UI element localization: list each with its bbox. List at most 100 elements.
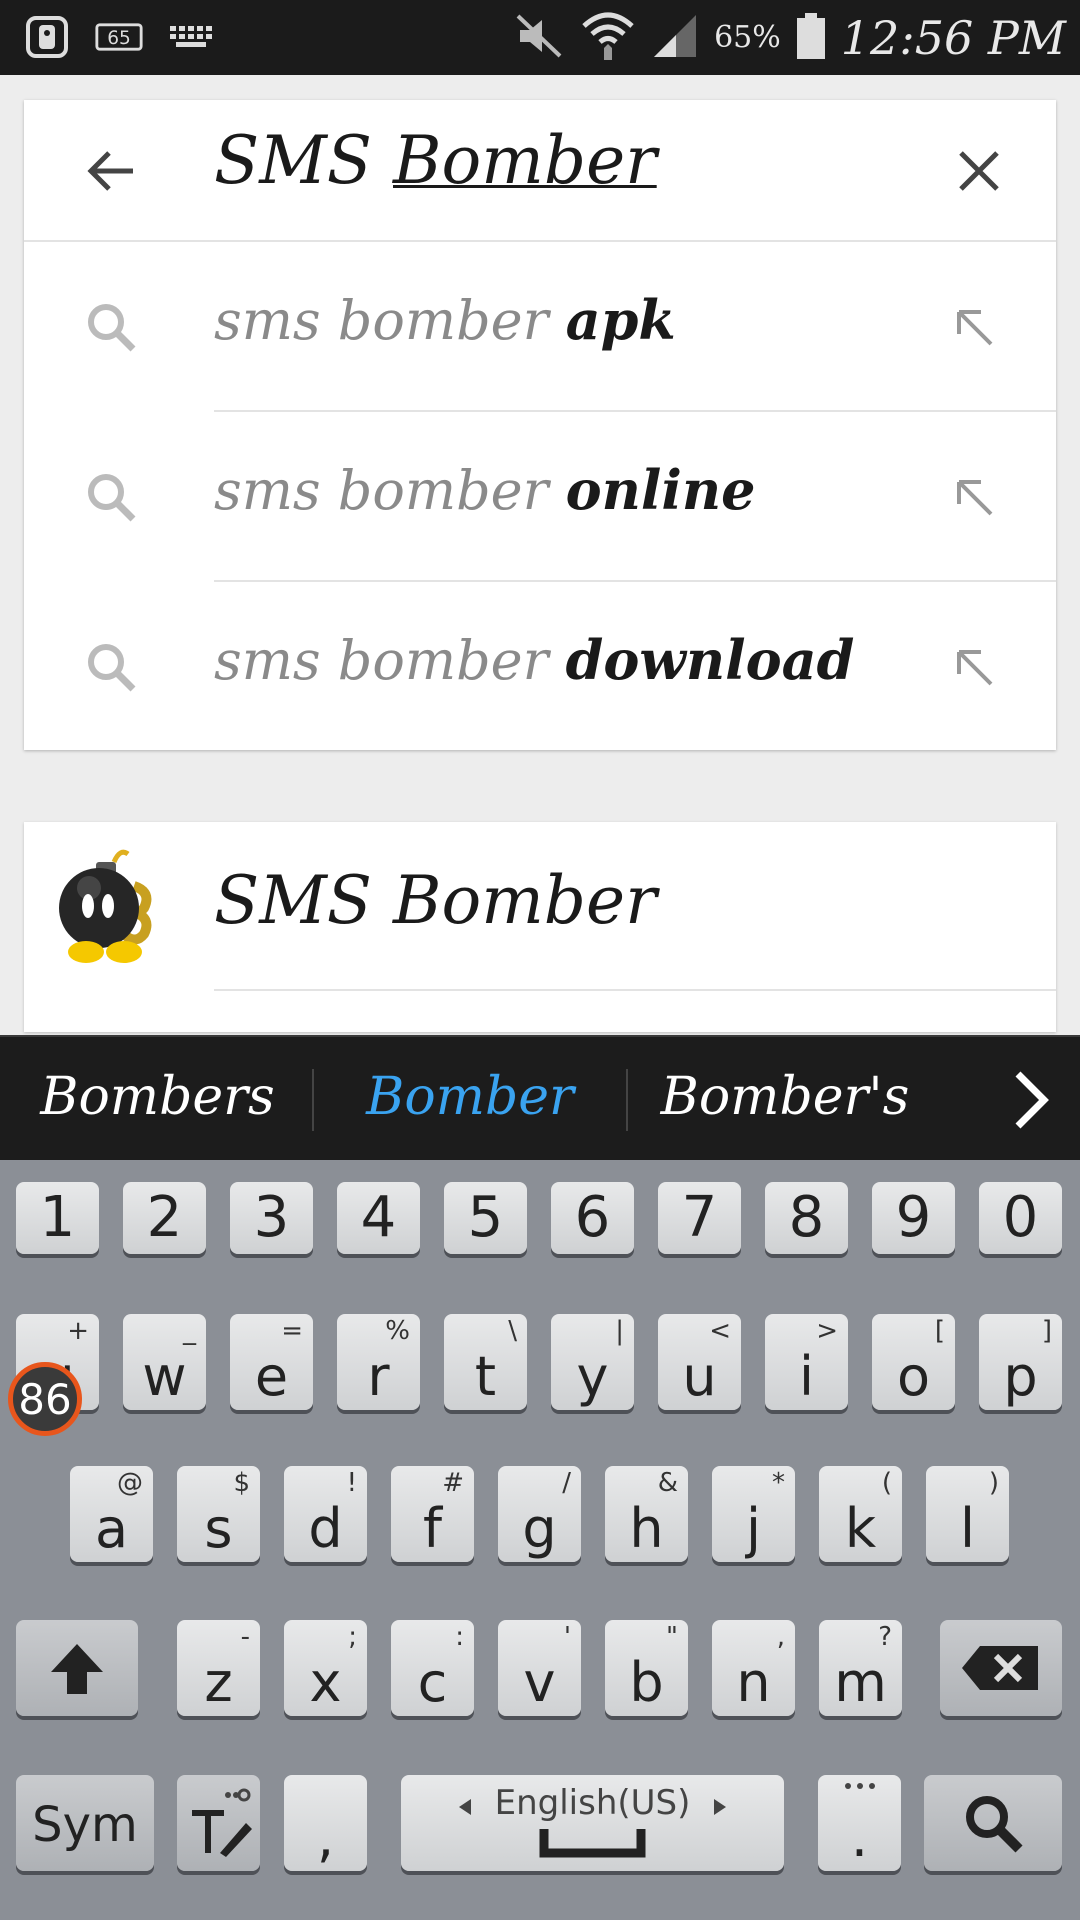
- fill-query-arrow-icon[interactable]: [944, 637, 1004, 697]
- key-label: 1: [39, 1185, 76, 1250]
- key-sublabel: [: [934, 1316, 945, 1346]
- key-l[interactable]: ) l: [926, 1466, 1009, 1562]
- key-label: n: [736, 1651, 771, 1714]
- key-sublabel: -: [240, 1622, 250, 1652]
- key-sublabel: ': [563, 1622, 571, 1652]
- close-icon: [959, 151, 999, 191]
- chevron-right-icon[interactable]: [1000, 1067, 1060, 1133]
- period-key[interactable]: .: [818, 1775, 901, 1871]
- battery-percent: 65%: [714, 20, 781, 55]
- key-o[interactable]: [o: [872, 1314, 955, 1410]
- key-s[interactable]: $ s: [177, 1466, 260, 1562]
- key-2[interactable]: 2: [123, 1182, 206, 1254]
- app-result-card[interactable]: SMS Bomber: [24, 822, 1056, 1032]
- key-0[interactable]: 0: [979, 1182, 1062, 1254]
- search-key[interactable]: [924, 1775, 1062, 1871]
- suggestion-item[interactable]: sms bomber online: [24, 412, 1056, 582]
- space-key[interactable]: English(US): [401, 1775, 784, 1871]
- key-sublabel: ]: [1041, 1316, 1052, 1346]
- key-t[interactable]: \ t: [444, 1314, 527, 1410]
- key-1[interactable]: 1: [16, 1182, 99, 1254]
- key-3[interactable]: 3: [230, 1182, 313, 1254]
- mute-icon: [514, 10, 566, 66]
- key-label: j: [745, 1497, 761, 1560]
- key-sublabel: ,: [776, 1622, 785, 1652]
- key-p[interactable]: ] p: [979, 1314, 1062, 1410]
- notification-65-icon: 65: [94, 12, 144, 62]
- suggestion-item[interactable]: sms bomber apk: [24, 242, 1056, 412]
- key-n[interactable]: ,n: [712, 1620, 795, 1716]
- key-r[interactable]: % r: [337, 1314, 420, 1410]
- app-title: SMS Bomber: [214, 862, 657, 939]
- key-label: .: [850, 1806, 869, 1869]
- key-label: 4: [360, 1185, 397, 1250]
- key-label: x: [309, 1651, 342, 1714]
- backspace-icon: [940, 1620, 1062, 1716]
- key-c[interactable]: :c: [391, 1620, 474, 1716]
- suggestion-item[interactable]: sms bomber download: [24, 582, 1056, 752]
- clear-button[interactable]: [944, 136, 1014, 206]
- key-d[interactable]: ! d: [284, 1466, 367, 1562]
- key-sublabel: @: [117, 1468, 143, 1498]
- remote-icon: [22, 12, 72, 62]
- key-u[interactable]: < u: [658, 1314, 741, 1410]
- word-suggestion-selected[interactable]: Bomber: [345, 1067, 595, 1127]
- key-e[interactable]: = e: [230, 1314, 313, 1410]
- key-5[interactable]: 5: [444, 1182, 527, 1254]
- word-suggestion[interactable]: Bombers: [40, 1067, 275, 1127]
- fill-query-arrow-icon[interactable]: [944, 467, 1004, 527]
- key-sublabel: (: [881, 1468, 892, 1498]
- key-j[interactable]: * j: [712, 1466, 795, 1562]
- search-input[interactable]: SMS Bomber: [214, 122, 657, 199]
- word-suggestion[interactable]: Bomber's: [660, 1067, 910, 1127]
- key-k[interactable]: (k: [819, 1466, 902, 1562]
- key-a[interactable]: @ a: [70, 1466, 153, 1562]
- key-label: e: [254, 1345, 289, 1408]
- key-v[interactable]: ' v: [498, 1620, 581, 1716]
- key-h[interactable]: & h: [605, 1466, 688, 1562]
- divider: [214, 989, 1056, 991]
- key-9[interactable]: 9: [872, 1182, 955, 1254]
- fill-query-arrow-icon[interactable]: [944, 297, 1004, 357]
- key-label: 5: [467, 1185, 504, 1250]
- key-label: 3: [253, 1185, 290, 1250]
- back-button[interactable]: [76, 136, 146, 206]
- key-w[interactable]: _ w: [123, 1314, 206, 1410]
- sym-key[interactable]: Sym: [16, 1775, 154, 1871]
- key-sublabel: !: [346, 1468, 357, 1498]
- shift-key[interactable]: [16, 1620, 138, 1716]
- key-b[interactable]: " b: [605, 1620, 688, 1716]
- key-f[interactable]: # f: [391, 1466, 474, 1562]
- key-label: t: [474, 1345, 497, 1408]
- arrow-left-icon: [87, 151, 133, 191]
- key-sublabel: #: [442, 1468, 464, 1498]
- key-m[interactable]: ? m: [819, 1620, 902, 1716]
- key-label: z: [204, 1651, 233, 1714]
- keyboard-icon: [166, 12, 216, 62]
- key-label: i: [798, 1345, 814, 1408]
- key-sublabel: =: [281, 1316, 303, 1346]
- key-sublabel: ): [988, 1468, 999, 1498]
- key-label: l: [959, 1497, 975, 1560]
- search-query-composing: Bomber: [393, 122, 657, 199]
- key-i[interactable]: > i: [765, 1314, 848, 1410]
- key-label: h: [629, 1497, 664, 1560]
- key-7[interactable]: 7: [658, 1182, 741, 1254]
- backspace-key[interactable]: [940, 1620, 1062, 1716]
- key-label: a: [94, 1497, 129, 1560]
- key-8[interactable]: 8: [765, 1182, 848, 1254]
- search-icon: [79, 465, 143, 529]
- keyboard: 1234567890+q_w=e%r\t|y<u>i[o]p@a$s!d#f/g…: [0, 1160, 1080, 1920]
- text-tool-key[interactable]: [177, 1775, 260, 1871]
- key-sublabel: _: [183, 1316, 196, 1346]
- key-sublabel: :: [455, 1622, 464, 1652]
- clock: 12:56 PM: [840, 10, 1066, 65]
- key-x[interactable]: ; x: [284, 1620, 367, 1716]
- key-6[interactable]: 6: [551, 1182, 634, 1254]
- comma-key[interactable]: ,: [284, 1775, 367, 1871]
- key-y[interactable]: | y: [551, 1314, 634, 1410]
- key-g[interactable]: / g: [498, 1466, 581, 1562]
- key-label: 6: [574, 1185, 611, 1250]
- key-4[interactable]: 4: [337, 1182, 420, 1254]
- key-z[interactable]: -z: [177, 1620, 260, 1716]
